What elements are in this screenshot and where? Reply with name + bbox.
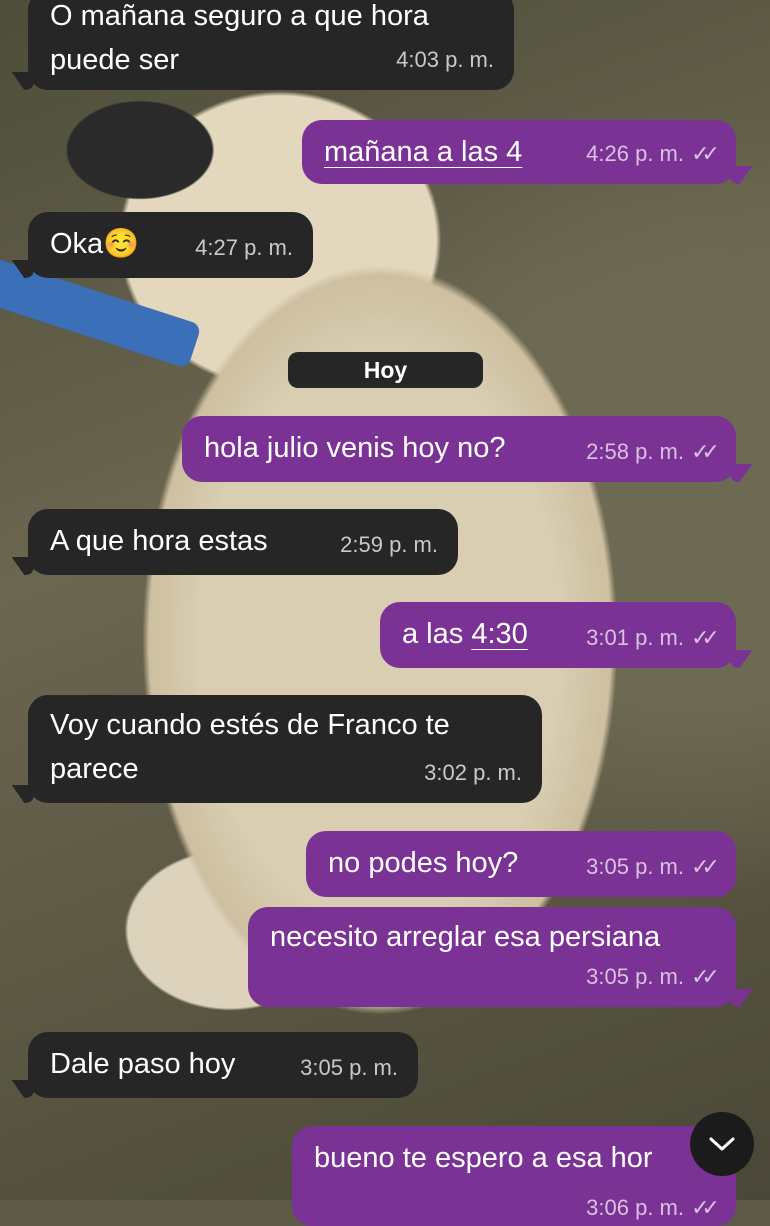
message-text-prefix: a las [402, 618, 472, 650]
scroll-to-bottom-button[interactable] [690, 1112, 754, 1176]
outgoing-message[interactable]: mañana a las 4 4:26 p. m. ✓✓ [302, 120, 736, 184]
outgoing-message[interactable]: a las 4:30 3:01 p. m. ✓✓ [380, 602, 736, 668]
message-text: no podes hoy? [328, 847, 519, 879]
message-time: 2:59 p. m. [340, 532, 438, 557]
message-text: Dale paso hoy [50, 1048, 236, 1080]
incoming-message[interactable]: Oka☺️ 4:27 p. m. [28, 212, 313, 278]
incoming-message[interactable]: A que hora estas 2:59 p. m. [28, 509, 458, 575]
message-time: 3:05 p. m. [586, 854, 684, 879]
message-text-line1: Voy cuando estés de Franco te [50, 709, 450, 741]
message-time: 4:03 p. m. [396, 47, 494, 72]
message-time: 3:06 p. m. [586, 1195, 684, 1220]
read-receipt-icon: ✓✓ [691, 625, 720, 650]
message-time: 3:02 p. m. [424, 760, 522, 785]
incoming-message[interactable]: O mañana seguro a que hora puede ser 4:0… [28, 0, 514, 90]
outgoing-message[interactable]: no podes hoy? 3:05 p. m. ✓✓ [306, 831, 736, 897]
message-text[interactable]: mañana a las 4 [324, 136, 522, 168]
time-link[interactable]: 4:30 [471, 618, 527, 650]
read-receipt-icon: ✓✓ [691, 854, 720, 879]
message-time: 4:26 p. m. [586, 141, 684, 166]
incoming-message[interactable]: Dale paso hoy 3:05 p. m. [28, 1032, 418, 1098]
message-text: bueno te espero a esa hor [314, 1142, 653, 1174]
incoming-message[interactable]: Voy cuando estés de Franco te parece 3:0… [28, 695, 542, 803]
read-receipt-icon: ✓✓ [691, 141, 720, 166]
read-receipt-icon: ✓✓ [691, 439, 720, 464]
message-text: A que hora estas [50, 525, 268, 557]
message-time: 3:05 p. m. [586, 964, 684, 989]
chevron-down-icon [709, 1137, 735, 1151]
message-text-line1: O mañana seguro a que hora [50, 0, 429, 32]
message-text: hola julio venis hoy no? [204, 432, 506, 464]
outgoing-message[interactable]: bueno te espero a esa hor 3:06 p. m. ✓✓ [292, 1126, 736, 1226]
message-time: 4:27 p. m. [195, 235, 293, 260]
date-separator: Hoy [288, 352, 483, 388]
message-time: 3:01 p. m. [586, 625, 684, 650]
outgoing-message[interactable]: hola julio venis hoy no? 2:58 p. m. ✓✓ [182, 416, 736, 482]
outgoing-message[interactable]: necesito arreglar esa persiana 3:05 p. m… [248, 907, 736, 1007]
message-text: necesito arreglar esa persiana [270, 921, 661, 953]
message-time: 2:58 p. m. [586, 439, 684, 464]
read-receipt-icon: ✓✓ [691, 1195, 720, 1220]
message-time: 3:05 p. m. [300, 1055, 398, 1080]
message-text: Oka☺️ [50, 228, 140, 260]
read-receipt-icon: ✓✓ [691, 964, 720, 989]
